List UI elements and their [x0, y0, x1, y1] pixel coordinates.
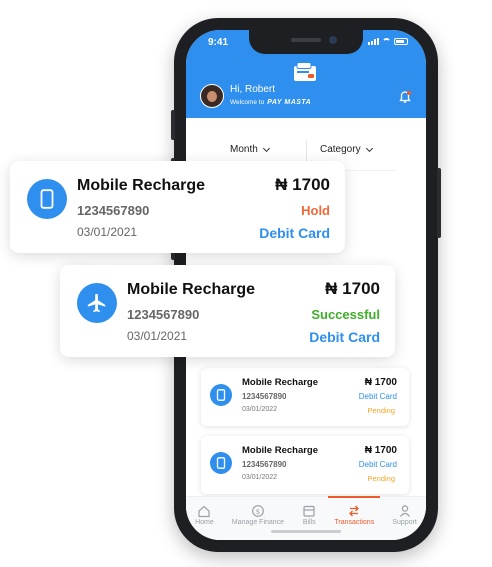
transaction-date: 03/01/2021 — [127, 329, 188, 343]
transaction-card-large[interactable]: Mobile Recharge 1234567890 03/01/2021 ₦ … — [60, 265, 395, 357]
front-camera — [329, 36, 337, 44]
brand-logo: PAY MASTA — [267, 99, 312, 106]
category-filter[interactable]: Category — [320, 144, 373, 155]
mute-switch — [171, 110, 175, 140]
home-indicator — [271, 530, 341, 533]
nav-transactions-label: Transactions — [334, 519, 375, 526]
transaction-amount: ₦ 1700 — [364, 377, 397, 388]
chevron-down-icon — [365, 144, 373, 152]
support-icon — [399, 505, 410, 517]
transaction-title: Mobile Recharge — [242, 377, 319, 388]
status-icons — [368, 38, 408, 45]
avatar[interactable] — [200, 84, 224, 108]
transaction-title: Mobile Recharge — [127, 281, 256, 298]
transaction-date: 03/01/2022 — [242, 406, 278, 413]
phone-icon — [210, 452, 232, 474]
nav-support-label: Support — [392, 519, 417, 526]
transaction-method: Debit Card — [309, 329, 380, 345]
nav-home[interactable]: Home — [195, 497, 214, 540]
nav-bills-label: Bills — [302, 519, 316, 526]
nav-finance-label: Manage Finance — [231, 519, 285, 526]
home-icon — [198, 505, 211, 518]
month-filter[interactable]: Month — [230, 144, 270, 155]
transaction-status: Successful — [311, 307, 380, 322]
transaction-card[interactable]: Mobile Recharge 1234567890 03/01/2022 ₦ … — [201, 368, 409, 426]
battery-icon — [394, 38, 408, 45]
transaction-title: Mobile Recharge — [242, 445, 319, 456]
transaction-method: Debit Card — [358, 460, 397, 469]
transaction-card-large[interactable]: Mobile Recharge 1234567890 03/01/2021 ₦ … — [10, 161, 345, 253]
svg-text:$: $ — [256, 508, 260, 516]
bills-icon — [303, 505, 315, 517]
welcome-line: Welcome to PAY MASTA — [230, 99, 311, 106]
transaction-status: Pending — [367, 474, 395, 483]
transactions-icon — [349, 505, 360, 517]
wifi-icon — [382, 38, 391, 45]
airplane-icon — [77, 283, 117, 323]
transaction-date: 03/01/2021 — [77, 225, 138, 239]
bell-icon[interactable] — [398, 90, 412, 104]
welcome-text: Welcome to — [230, 99, 265, 106]
nav-home-label: Home — [195, 519, 214, 526]
transaction-method: Debit Card — [259, 225, 330, 241]
filter-divider — [306, 140, 307, 162]
greeting: Hi, Robert — [230, 84, 276, 95]
transaction-number: 1234567890 — [77, 203, 150, 218]
nav-manage-finance[interactable]: $ Manage Finance — [232, 497, 284, 540]
signal-icon — [368, 38, 379, 45]
transaction-number: 1234567890 — [242, 460, 287, 469]
transaction-title: Mobile Recharge — [77, 177, 206, 194]
chevron-down-icon — [262, 144, 270, 152]
transaction-date: 03/01/2022 — [242, 474, 278, 481]
phone-icon — [210, 384, 232, 406]
wallet-icon — [294, 62, 316, 81]
status-time: 9:41 — [208, 37, 229, 48]
notch — [249, 30, 363, 54]
transaction-number: 1234567890 — [242, 392, 287, 401]
transaction-card[interactable]: Mobile Recharge 1234567890 03/01/2022 ₦ … — [201, 436, 409, 494]
speaker — [291, 38, 321, 42]
transaction-method: Debit Card — [358, 392, 397, 401]
finance-icon: $ — [252, 505, 264, 517]
phone-icon — [27, 179, 67, 219]
transaction-number: 1234567890 — [127, 307, 200, 322]
transaction-amount: ₦ 1700 — [325, 279, 380, 298]
nav-support[interactable]: Support — [392, 497, 417, 540]
nav-transactions[interactable]: Transactions — [328, 496, 380, 540]
bottom-nav: Home $ Manage Finance Bills Transactions… — [186, 496, 426, 540]
transaction-status: Pending — [367, 406, 395, 415]
month-filter-label: Month — [230, 144, 258, 155]
transaction-amount: ₦ 1700 — [364, 445, 397, 456]
category-filter-label: Category — [320, 144, 361, 155]
power-button — [437, 168, 441, 238]
transaction-status: Hold — [301, 203, 330, 218]
nav-bills[interactable]: Bills — [302, 497, 316, 540]
transaction-amount: ₦ 1700 — [275, 175, 330, 194]
